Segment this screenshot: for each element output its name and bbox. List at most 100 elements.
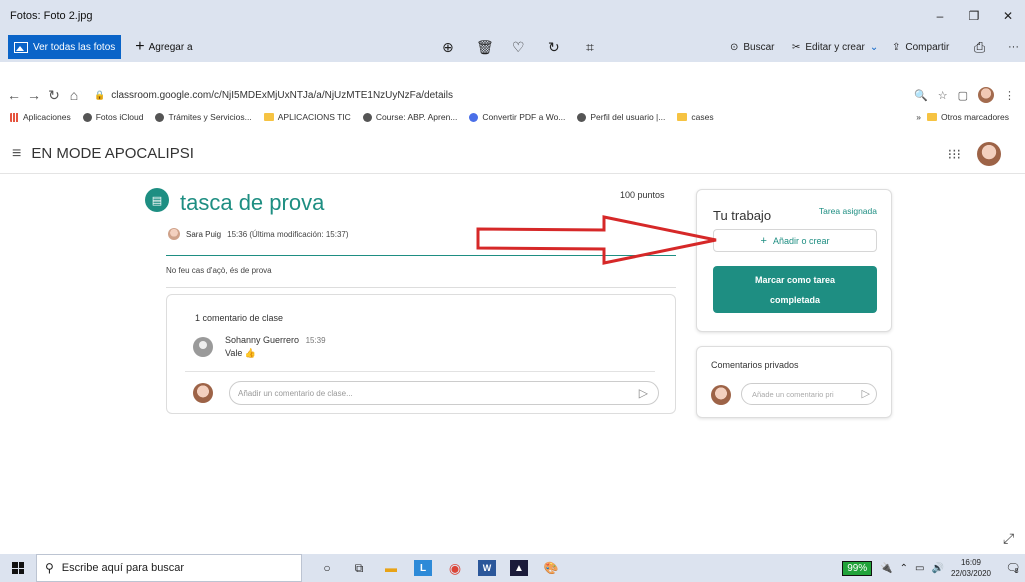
start-button[interactable]: [0, 562, 36, 574]
browser-address-bar: ← → ↻ ⌂ 🔒 classroom.google.com/c/NjI5MDE…: [0, 84, 1025, 106]
assignment-title: tasca de prova: [180, 190, 325, 215]
back-icon[interactable]: ←: [4, 87, 24, 103]
url-field[interactable]: classroom.google.com/c/NjI5MDExMjUxNTJa/…: [111, 90, 453, 101]
your-work-card: Tu trabajo Tarea asignada + Añadir o cre…: [696, 189, 892, 332]
notifications-button[interactable]: 🗨 8: [999, 554, 1025, 582]
search-icon: ⚲: [45, 561, 54, 575]
private-comment-placeholder: Añade un comentario pri: [752, 389, 834, 399]
chevron-down-icon: ⌄: [869, 41, 879, 53]
send-icon[interactable]: ▷: [639, 386, 648, 400]
power-plug-icon[interactable]: 🔌: [880, 563, 892, 574]
restore-button[interactable]: ❐: [957, 9, 991, 23]
menu-kebab-icon[interactable]: ⋮: [1004, 89, 1015, 102]
crop-icon[interactable]: ⌗: [586, 32, 594, 62]
taskbar-search-placeholder: Escribe aquí para buscar: [61, 562, 185, 574]
bookmark-item[interactable]: Fotos iCloud: [82, 112, 144, 122]
post-time: 15:36 (Última modificación: 15:37): [227, 229, 349, 239]
more-options-button[interactable]: ···: [1008, 32, 1019, 62]
site-favicon-icon: [577, 112, 587, 122]
send-icon[interactable]: ▷: [862, 387, 870, 400]
battery-indicator[interactable]: 99%: [842, 560, 873, 576]
folder-icon: [677, 113, 688, 121]
clock[interactable]: 16:09 22/03/2020: [951, 557, 991, 579]
task-view-icon[interactable]: ⧉: [350, 560, 368, 576]
mark-as-done-button[interactable]: Marcar como tarea completada: [713, 266, 877, 313]
volume-icon[interactable]: 🔊: [932, 563, 944, 574]
cortana-icon[interactable]: ○: [318, 560, 336, 576]
bookmark-item[interactable]: Perfil del usuario |...: [577, 112, 665, 122]
bookmark-item[interactable]: APLICACIONS TIC: [263, 112, 351, 122]
bookmark-label: Perfil del usuario |...: [590, 112, 666, 122]
paint-icon[interactable]: 🎨: [542, 560, 560, 576]
photos-app-icon[interactable]: ▲: [510, 560, 528, 576]
my-avatar: [711, 385, 731, 405]
apps-icon: [10, 112, 19, 122]
zoom-icon[interactable]: 🔍: [914, 89, 928, 102]
comment-time: 15:39: [305, 336, 326, 345]
system-tray: 99% 🔌 ⌃ ▭ 🔊 16:09 22/03/2020 🗨 8: [842, 554, 1025, 582]
bookmark-label: Fotos iCloud: [95, 112, 144, 122]
assignment-description: No feu cas d'açò, és de prova: [166, 266, 272, 275]
bookmark-item[interactable]: Aplicaciones: [10, 112, 71, 122]
extension-icon[interactable]: ▢: [958, 89, 968, 102]
search-label: Buscar: [743, 41, 775, 53]
bookmarks-more-button[interactable]: »: [916, 112, 921, 122]
file-explorer-icon[interactable]: ▬: [382, 560, 400, 576]
apps-grid-icon[interactable]: ⁝⁝⁝: [948, 146, 961, 163]
delete-icon[interactable]: 🗑: [476, 32, 494, 62]
site-favicon-icon: [155, 112, 165, 122]
view-all-photos-button[interactable]: Ver todas las fotos: [8, 35, 122, 59]
hamburger-menu-icon[interactable]: ≡: [12, 145, 21, 163]
reload-icon[interactable]: ↻: [44, 87, 64, 104]
add-to-label: Agregar a: [148, 41, 193, 53]
bookmark-star-icon[interactable]: ☆: [938, 89, 948, 102]
class-comment-placeholder: Añadir un comentario de clase...: [238, 388, 353, 398]
minimize-button[interactable]: –: [923, 9, 957, 23]
word-icon[interactable]: W: [478, 560, 496, 576]
network-icon[interactable]: ▭: [915, 563, 924, 574]
favorite-icon[interactable]: ♡: [512, 32, 525, 62]
share-label: Compartir: [905, 41, 950, 53]
home-icon[interactable]: ⌂: [64, 87, 84, 103]
bookmark-label: Trámites y Servicios...: [168, 112, 252, 122]
comment-divider: [185, 371, 655, 372]
class-comments-panel: 1 comentario de clase Sohanny Guerrero 1…: [166, 294, 676, 414]
class-name[interactable]: EN MODE APOCALIPSI: [31, 145, 194, 162]
bookmark-item[interactable]: Trámites y Servicios...: [155, 112, 252, 122]
plus-icon: +: [135, 38, 145, 55]
forward-icon[interactable]: →: [24, 87, 44, 103]
close-button[interactable]: ✕: [991, 9, 1025, 23]
add-or-create-button[interactable]: + Añadir o crear: [713, 229, 877, 252]
bookmark-item[interactable]: Course: ABP. Apren...: [362, 112, 457, 122]
add-to-button[interactable]: + Agregar a: [135, 38, 192, 56]
search-button[interactable]: ⊙ Buscar: [730, 32, 775, 62]
chevron-up-icon[interactable]: ⌃: [900, 563, 908, 574]
class-comment-input[interactable]: Añadir un comentario de clase... ▷: [229, 381, 659, 405]
print-icon[interactable]: ⎙: [974, 32, 985, 62]
profile-avatar[interactable]: [978, 87, 994, 103]
edit-create-button[interactable]: ✂ Editar y crear ⌄: [792, 32, 878, 62]
private-comment-input[interactable]: Añade un comentario pri ▷: [741, 383, 877, 405]
bookmark-item[interactable]: cases: [677, 112, 714, 122]
expand-icon[interactable]: ⤢: [1003, 530, 1014, 547]
zoom-icon[interactable]: ⊕: [442, 32, 454, 62]
bookmark-label: Convertir PDF a Wo...: [482, 112, 566, 122]
account-avatar[interactable]: [977, 142, 1001, 166]
your-work-title: Tu trabajo: [713, 208, 772, 223]
bookmark-item[interactable]: Convertir PDF a Wo...: [469, 112, 565, 122]
plus-icon: +: [760, 234, 767, 247]
description-divider: [166, 287, 676, 288]
photo-icon: [14, 41, 28, 53]
folder-icon: [926, 113, 937, 121]
share-button[interactable]: ⇪ Compartir: [892, 32, 949, 62]
comments-count[interactable]: 1 comentario de clase: [195, 313, 283, 323]
chrome-icon[interactable]: ◉: [446, 560, 464, 576]
taskbar-search[interactable]: ⚲ Escribe aquí para buscar: [36, 554, 302, 582]
site-favicon-icon: [82, 112, 92, 122]
app-l-icon[interactable]: L: [414, 560, 432, 576]
mark-done-line2: completada: [769, 295, 820, 305]
rotate-icon[interactable]: ↻: [548, 32, 560, 62]
other-bookmarks-folder[interactable]: Otros marcadores: [926, 112, 1009, 122]
comment-text: Vale 👍: [225, 348, 257, 358]
site-favicon-icon: [469, 112, 479, 122]
